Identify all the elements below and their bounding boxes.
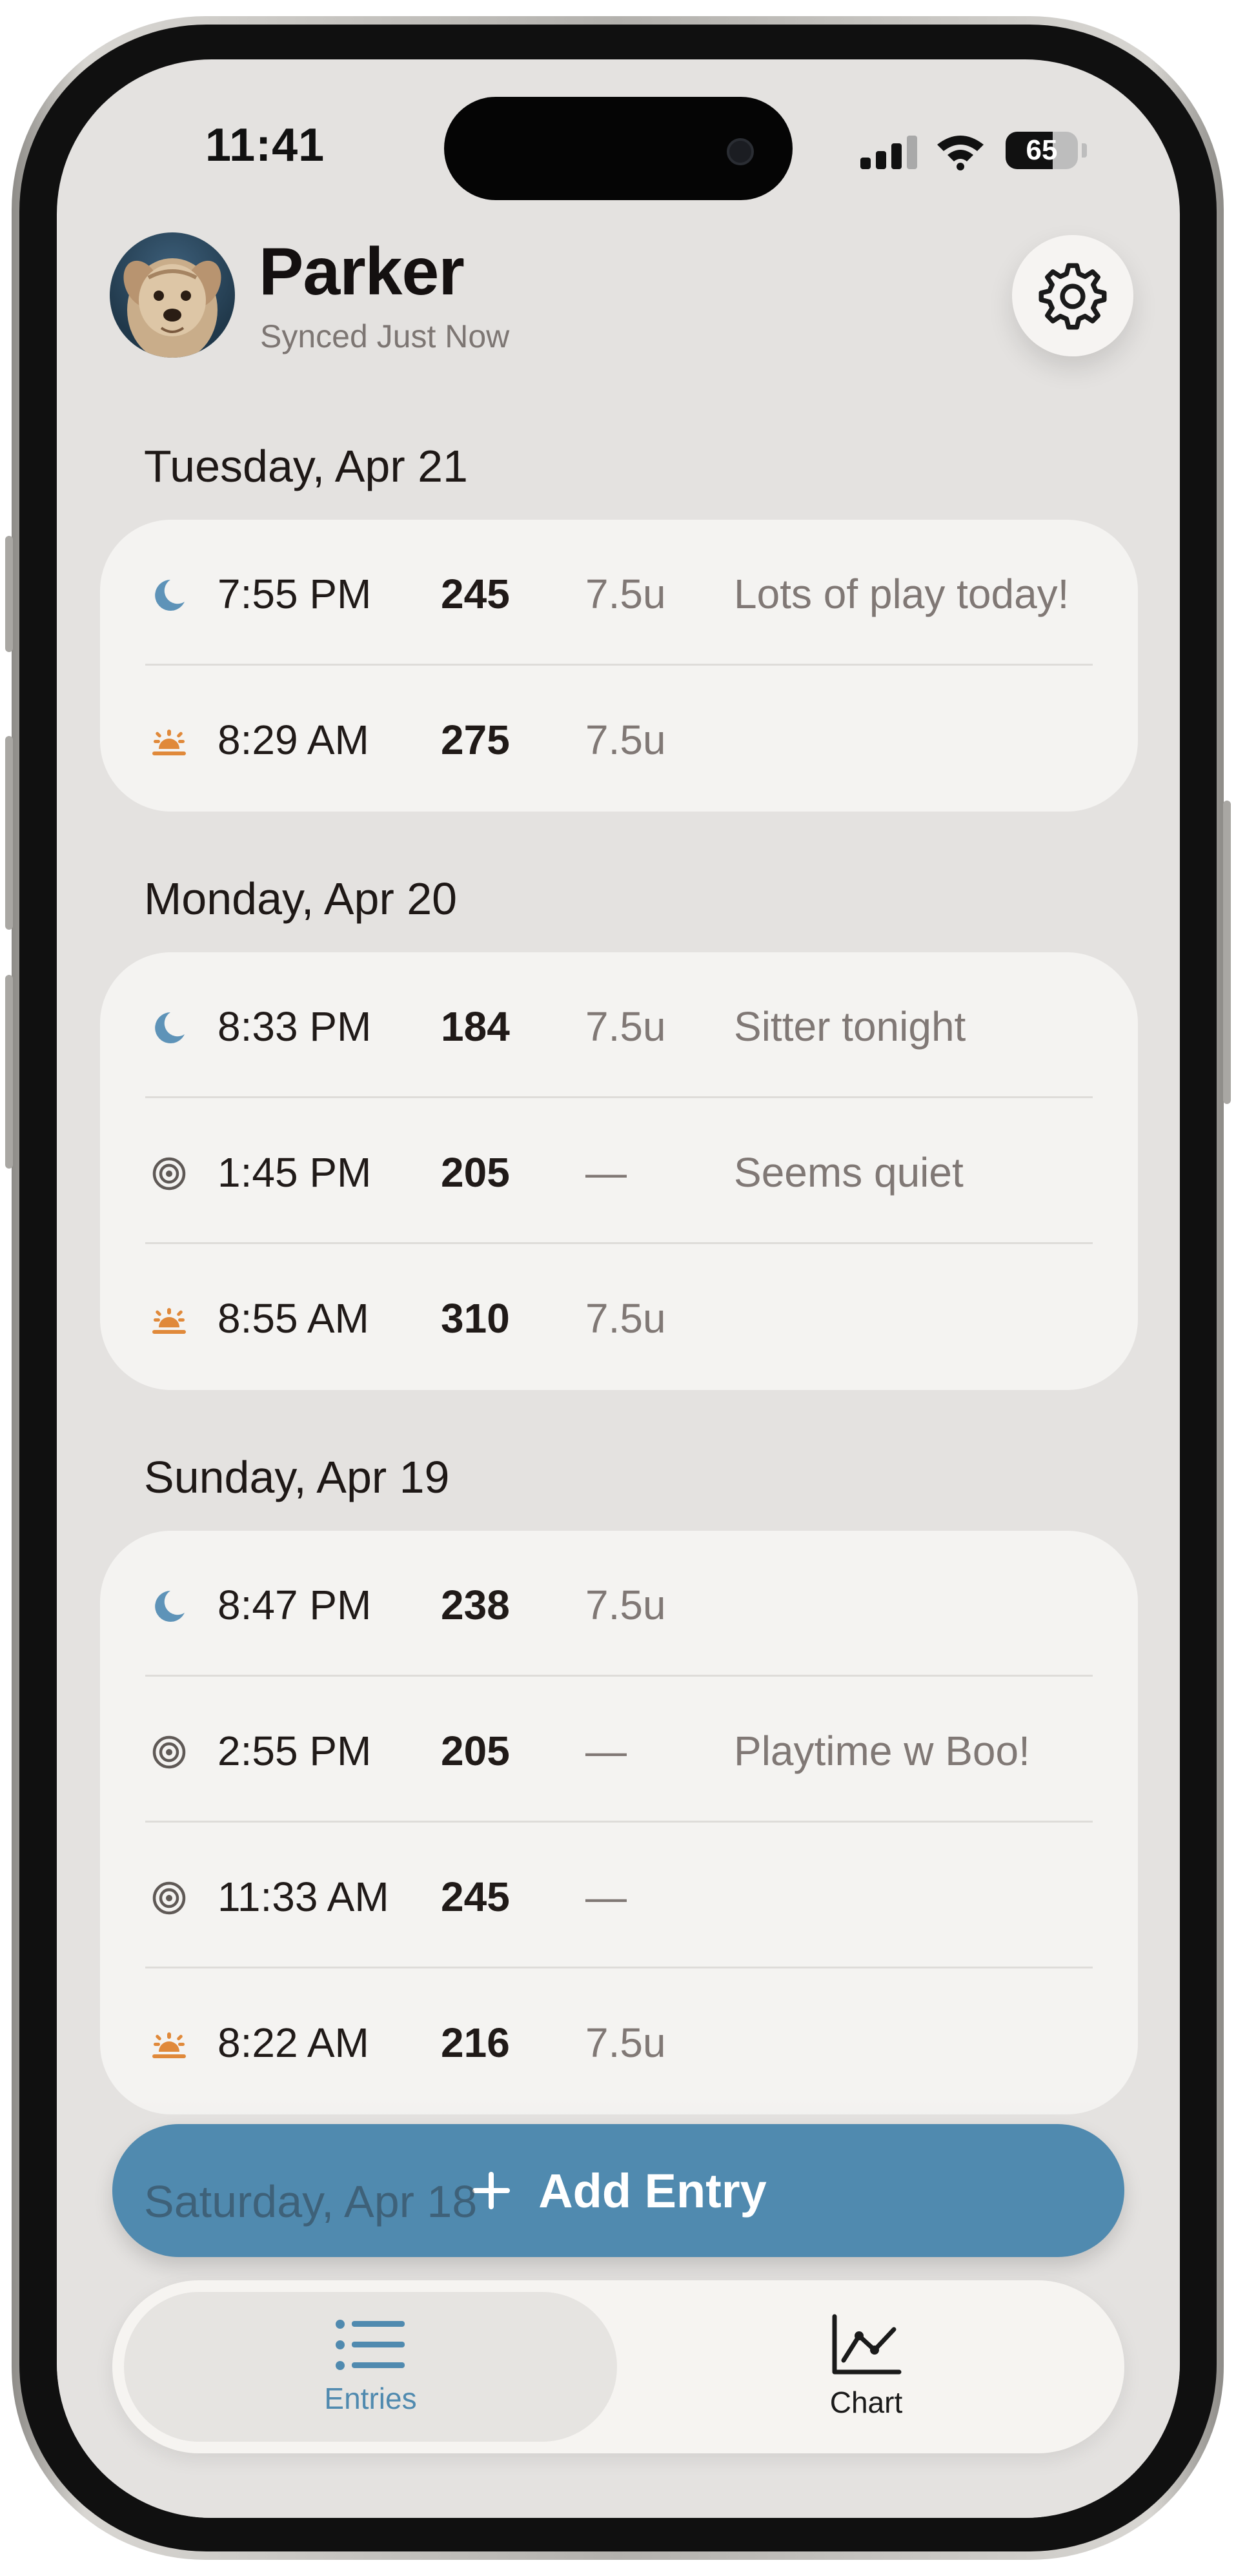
entry-time: 7:55 PM xyxy=(218,571,372,617)
entry-dose: 7.5u xyxy=(585,571,666,617)
screen: 11:41 65 Parker Synced Just Now Tuesday,… xyxy=(57,59,1180,2518)
camera-icon xyxy=(727,138,754,165)
entry-note: Lots of play today! xyxy=(734,571,1069,617)
entry-reading: 238 xyxy=(441,1582,510,1628)
tab-chart-label: Chart xyxy=(829,2386,903,2419)
entry-reading: 275 xyxy=(441,717,510,763)
sunrise-icon xyxy=(151,2026,187,2062)
battery-icon: 65 xyxy=(1006,132,1078,169)
entry-note: Playtime w Boo! xyxy=(734,1728,1030,1774)
target-icon xyxy=(151,1156,187,1192)
battery-percent: 65 xyxy=(1026,134,1058,166)
day-heading: Sunday, Apr 19 xyxy=(144,1452,450,1502)
target-icon xyxy=(151,1734,187,1770)
volume-up-button xyxy=(5,736,13,930)
entry-time: 8:47 PM xyxy=(218,1582,372,1628)
tab-entries-label: Entries xyxy=(324,2382,417,2415)
entry-row[interactable]: 8:22 AM 216 7.5u xyxy=(100,1968,1138,2114)
entry-time: 8:33 PM xyxy=(218,1003,372,1050)
entry-row[interactable]: 8:55 AM 310 7.5u xyxy=(100,1244,1138,1390)
entry-row[interactable]: 11:33 AM 245 — xyxy=(100,1823,1138,1968)
wifi-icon xyxy=(937,136,984,170)
battery-cap xyxy=(1082,143,1087,158)
day-heading: Monday, Apr 20 xyxy=(144,874,458,924)
day-card: 8:47 PM 238 7.5u 2:55 PM 205 — Playtime w Boo!… xyxy=(100,1531,1138,2114)
entry-dose: 7.5u xyxy=(585,1582,666,1628)
list-icon xyxy=(336,2320,405,2370)
day-card: 8:33 PM 184 7.5u Sitter tonight 1:45 PM 205 — S… xyxy=(100,952,1138,1390)
entry-row[interactable]: 8:29 AM 275 7.5u xyxy=(100,666,1138,812)
entry-note: Seems quiet xyxy=(734,1149,964,1196)
pet-avatar[interactable] xyxy=(110,232,235,358)
status-time: 11:41 xyxy=(205,119,325,171)
volume-down-button xyxy=(5,975,13,1169)
cellular-signal-icon xyxy=(860,136,918,169)
sunrise-icon xyxy=(151,723,187,759)
entry-reading: 245 xyxy=(441,1874,510,1920)
entry-note: Sitter tonight xyxy=(734,1003,966,1050)
entry-reading: 245 xyxy=(441,571,510,617)
entry-time: 8:55 AM xyxy=(218,1295,369,1342)
entry-row[interactable]: 8:47 PM 238 7.5u xyxy=(100,1531,1138,1677)
tab-entries[interactable]: Entries xyxy=(124,2280,617,2453)
tab-chart[interactable]: Chart xyxy=(620,2280,1113,2453)
line-chart-icon xyxy=(832,2314,902,2375)
entry-reading: 184 xyxy=(441,1003,510,1050)
entry-dose: — xyxy=(585,1149,627,1196)
action-button xyxy=(5,536,13,652)
pet-name: Parker xyxy=(259,234,465,309)
entry-time: 11:33 AM xyxy=(218,1874,389,1920)
entry-dose: 7.5u xyxy=(585,717,666,763)
entry-row[interactable]: 1:45 PM 205 — Seems quiet xyxy=(100,1098,1138,1244)
entry-reading: 205 xyxy=(441,1149,510,1196)
entry-dose: 7.5u xyxy=(585,1295,666,1342)
entry-time: 1:45 PM xyxy=(218,1149,372,1196)
power-button xyxy=(1223,801,1231,1104)
day-heading: Tuesday, Apr 21 xyxy=(144,441,468,491)
entry-row[interactable]: 7:55 PM 245 7.5u Lots of play today! xyxy=(100,520,1138,666)
moon-icon xyxy=(151,1588,187,1624)
entry-dose: 7.5u xyxy=(585,2019,666,2066)
entry-dose: — xyxy=(585,1874,627,1920)
entry-reading: 205 xyxy=(441,1728,510,1774)
entry-row[interactable]: 8:33 PM 184 7.5u Sitter tonight xyxy=(100,952,1138,1098)
sync-status: Synced Just Now xyxy=(260,318,510,354)
tab-bar: Entries Chart xyxy=(112,2280,1124,2453)
settings-button[interactable] xyxy=(1012,235,1133,356)
gear-icon xyxy=(1038,263,1107,330)
day-heading: Saturday, Apr 18 xyxy=(144,2176,478,2227)
dog-photo xyxy=(123,258,221,358)
moon-icon xyxy=(151,577,187,613)
entry-reading: 310 xyxy=(441,1295,510,1342)
entry-time: 2:55 PM xyxy=(218,1728,372,1774)
moon-icon xyxy=(151,1010,187,1046)
entry-row[interactable]: 2:55 PM 205 — Playtime w Boo! xyxy=(100,1677,1138,1823)
entry-time: 8:22 AM xyxy=(218,2019,369,2066)
entry-time: 8:29 AM xyxy=(218,717,369,763)
add-entry-label: Add Entry xyxy=(538,2163,767,2218)
target-icon xyxy=(151,1880,187,1916)
entry-dose: — xyxy=(585,1728,627,1774)
sunrise-icon xyxy=(151,1302,187,1338)
entry-dose: 7.5u xyxy=(585,1003,666,1050)
entry-reading: 216 xyxy=(441,2019,510,2066)
day-card: 7:55 PM 245 7.5u Lots of play today! 8:29 AM… xyxy=(100,520,1138,812)
